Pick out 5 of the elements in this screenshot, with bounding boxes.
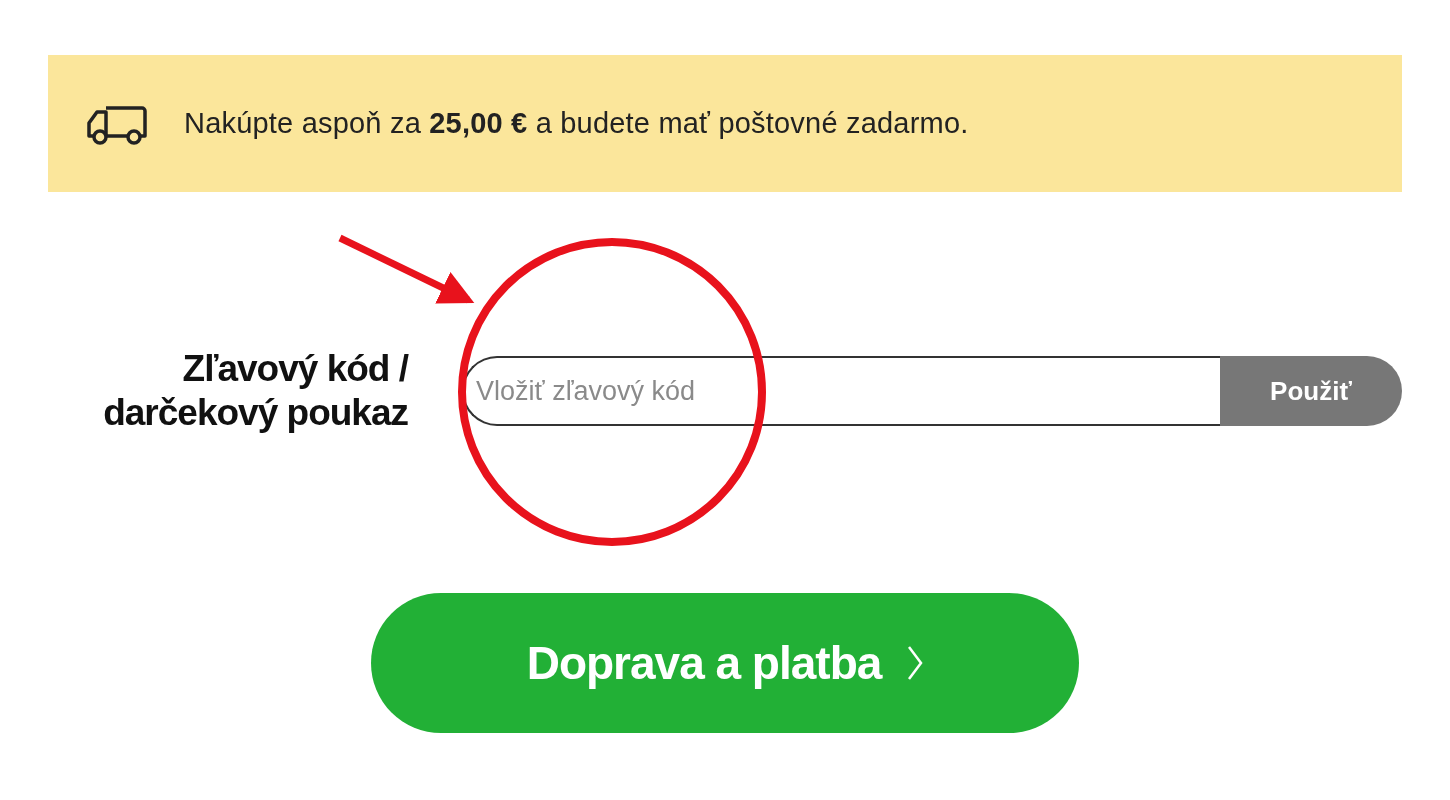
continue-button[interactable]: Doprava a platba	[371, 593, 1079, 733]
chevron-right-icon	[907, 645, 924, 681]
free-shipping-message: Nakúpte aspoň za 25,00 € a budete mať poštovné zadarmo.	[184, 107, 969, 140]
apply-button[interactable]: Použiť	[1220, 356, 1402, 426]
discount-code-label: Zľavový kód / darčekový poukaz	[102, 347, 408, 435]
